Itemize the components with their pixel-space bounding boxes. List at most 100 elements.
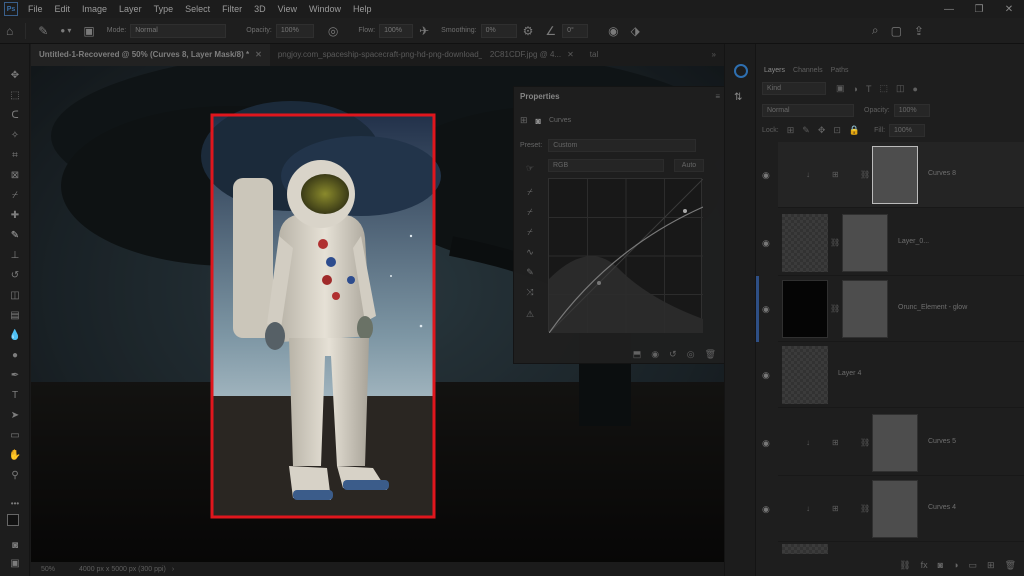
delete-layer-icon[interactable]: 🗑 [1005, 560, 1016, 571]
dodge-tool-icon[interactable]: ● [6, 348, 24, 364]
menu-view[interactable]: View [278, 4, 297, 14]
home-icon[interactable]: ⌂ [6, 24, 13, 38]
minimize-icon[interactable]: — [934, 0, 964, 18]
menu-image[interactable]: Image [82, 4, 107, 14]
adjustment-icon[interactable]: ⊞ [520, 115, 528, 126]
clone-stamp-tool-icon[interactable]: ⊥ [6, 248, 24, 264]
brush-size-icon[interactable]: ● ▾ [60, 26, 71, 35]
visibility-icon[interactable]: ◎ [687, 349, 695, 360]
crop-tool-icon[interactable]: ⌗ [6, 148, 24, 164]
marquee-tool-icon[interactable]: ⬚ [6, 88, 24, 104]
chevron-right-icon[interactable]: › [172, 566, 174, 573]
menu-layer[interactable]: Layer [119, 4, 142, 14]
curves-graph[interactable] [548, 178, 704, 334]
layer-mask-thumbnail[interactable] [872, 414, 918, 472]
layer-name[interactable]: Layer_0... [898, 238, 929, 245]
new-layer-icon[interactable]: ⊞ [987, 560, 995, 571]
tab-channels[interactable]: Channels [791, 67, 829, 80]
layer-row-layer-4[interactable]: ◉ Layer 4 [762, 342, 1024, 408]
layer-thumbnail[interactable] [782, 214, 828, 272]
clipping-warning-icon[interactable]: ⚠ [522, 309, 538, 323]
hand-tool-icon[interactable]: ✋ [6, 448, 24, 464]
mask-icon[interactable]: ◙ [536, 116, 541, 126]
doc-tab[interactable]: tal [582, 44, 606, 66]
smooth-curve-icon[interactable]: ⤨ [522, 287, 538, 301]
lock-paint-icon[interactable]: ✎ [802, 125, 810, 136]
filter-shape-icon[interactable]: ⬚ [879, 83, 888, 94]
opacity-field[interactable]: 100% [275, 23, 314, 38]
layer-mask-thumbnail[interactable] [842, 214, 888, 272]
menu-help[interactable]: Help [353, 4, 372, 14]
more-tabs-icon[interactable]: » [704, 44, 724, 66]
healing-brush-tool-icon[interactable]: ✚ [6, 208, 24, 224]
zoom-level[interactable]: 50% [41, 566, 55, 573]
white-point-eyedropper-icon[interactable]: ⌿ [522, 227, 538, 241]
preset-select[interactable]: Custom [548, 139, 697, 152]
close-tab-icon[interactable]: ✕ [255, 50, 262, 59]
layer-row-curves-8[interactable]: ◉ ↓ ⊞ ⛓ Curves 8 [762, 142, 1024, 208]
channel-select[interactable]: RGB [548, 159, 664, 172]
pen-tool-icon[interactable]: ✒ [6, 368, 24, 384]
visibility-eye-icon[interactable]: ◉ [762, 438, 772, 449]
quick-mask-icon[interactable]: ◙ [6, 538, 24, 554]
visibility-eye-icon[interactable]: ◉ [762, 370, 772, 381]
layer-opacity-field[interactable]: 100% [893, 104, 930, 117]
move-tool-icon[interactable]: ✥ [6, 68, 24, 84]
add-mask-icon[interactable]: ◙ [938, 560, 943, 570]
blur-tool-icon[interactable]: 💧 [6, 328, 24, 344]
panel-menu-icon[interactable]: ≡ [715, 92, 720, 101]
filter-pixel-icon[interactable]: ▣ [836, 83, 845, 94]
link-icon[interactable]: ⛓ [830, 238, 840, 247]
more-tools-icon[interactable]: ••• [6, 496, 24, 512]
layer-row-curves-4[interactable]: ◉ ↓ ⊞ ⛓ Curves 4 [762, 476, 1024, 542]
layer-thumbnail[interactable] [782, 346, 828, 404]
eyedropper-tool-icon[interactable]: ⌿ [6, 188, 24, 204]
link-icon[interactable]: ⛓ [860, 438, 870, 447]
path-selection-tool-icon[interactable]: ➤ [6, 408, 24, 424]
menu-file[interactable]: File [28, 4, 43, 14]
black-point-eyedropper-icon[interactable]: ⌿ [522, 187, 538, 201]
filter-toggle-icon[interactable]: ● [912, 84, 917, 94]
layer-mask-thumbnail[interactable] [842, 280, 888, 338]
filter-adjustment-icon[interactable]: ◑ [853, 84, 858, 94]
layer-name[interactable]: Curves 8 [928, 170, 956, 177]
layer-row-glow[interactable]: ◉ ⛓ Orunc_Element - glow [756, 276, 1024, 342]
link-layers-icon[interactable]: ⛓ [899, 560, 910, 571]
lock-position-icon[interactable]: ✥ [818, 125, 826, 136]
trash-icon[interactable]: 🗑 [705, 349, 716, 360]
targeted-adjust-icon[interactable]: ☞ [522, 163, 538, 177]
link-icon[interactable]: ⛓ [860, 170, 870, 179]
lasso-tool-icon[interactable]: ᑕ [6, 108, 24, 124]
screen-mode-icon[interactable]: ▣ [6, 556, 24, 572]
smoothing-field[interactable]: 0% [480, 23, 517, 38]
link-icon[interactable]: ⛓ [830, 304, 840, 313]
brush-tool-icon[interactable]: ✎ [6, 228, 24, 244]
airbrush-icon[interactable]: ✈ [419, 24, 429, 38]
type-tool-icon[interactable]: T [6, 388, 24, 404]
menu-select[interactable]: Select [185, 4, 210, 14]
lock-pixels-icon[interactable]: ⊞ [787, 125, 795, 136]
smoothing-options-icon[interactable]: ⚙ [523, 24, 534, 38]
eraser-tool-icon[interactable]: ◫ [6, 288, 24, 304]
menu-3d[interactable]: 3D [254, 4, 266, 14]
quick-select-tool-icon[interactable]: ✧ [6, 128, 24, 144]
layer-name[interactable]: Orunc_Element - glow [898, 304, 967, 311]
mode-select[interactable]: Normal [130, 23, 227, 38]
link-icon[interactable]: ⛓ [860, 504, 870, 513]
visibility-eye-icon[interactable]: ◉ [762, 504, 772, 515]
curve-point-icon[interactable]: ∿ [522, 247, 538, 261]
doc-tab[interactable]: pngjoy.com_spaceship-spacecraft-png-hd-p… [270, 44, 482, 66]
flow-field[interactable]: 100% [379, 23, 414, 38]
adjustments-icon[interactable]: ⇅ [734, 92, 742, 103]
color-wheel-icon[interactable] [734, 64, 748, 78]
fill-field[interactable]: 100% [889, 124, 926, 137]
gradient-tool-icon[interactable]: ▤ [6, 308, 24, 324]
lock-all-icon[interactable]: 🔒 [849, 125, 860, 136]
close-tab-icon[interactable]: ✕ [567, 50, 574, 59]
layer-row-curves-5[interactable]: ◉ ↓ ⊞ ⛓ Curves 5 [762, 410, 1024, 476]
pencil-draw-icon[interactable]: ✎ [522, 267, 538, 281]
doc-tab[interactable]: 2C81CDF.jpg @ 4... ✕ [482, 44, 582, 66]
layer-name[interactable]: Layer 4 [838, 370, 861, 377]
menu-window[interactable]: Window [309, 4, 341, 14]
layer-name[interactable]: Curves 5 [928, 438, 956, 445]
